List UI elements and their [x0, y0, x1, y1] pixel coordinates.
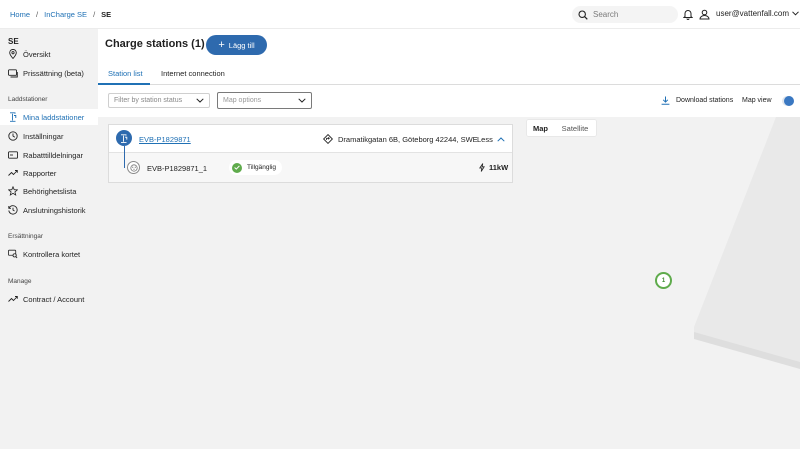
- sidebar-item-label: Översikt: [23, 49, 51, 59]
- user-email: user@vattenfall.com: [716, 9, 790, 18]
- map-options-placeholder: Map options: [223, 97, 262, 104]
- sidebar-item-label: Mina laddstationer: [23, 112, 85, 122]
- station-row[interactable]: EVB-P1829871 Dramatikgatan 6B, Göteborg …: [109, 125, 512, 153]
- sidebar-item-label: Kontrollera kortet: [23, 249, 81, 259]
- chevron-down-icon: [196, 98, 204, 103]
- power-value: 11kW: [489, 163, 509, 172]
- download-icon: [661, 96, 670, 105]
- user-icon[interactable]: [699, 9, 710, 20]
- breadcrumb-current: SE: [101, 10, 112, 19]
- sidebar: SE Översikt Prissättning (beta) Laddstat…: [0, 29, 98, 449]
- card-icon: [8, 150, 18, 160]
- connector-id: EVB-P1829871_1: [147, 164, 208, 173]
- map-options-select[interactable]: Map options: [217, 92, 312, 109]
- sidebar-item-label: Behörighetslista: [23, 186, 77, 196]
- tree-connector-line: [124, 146, 125, 168]
- sidebar-item-behorighetslista[interactable]: Behörighetslista: [0, 183, 98, 199]
- connector-row[interactable]: EVB-P1829871_1 Tillgänglig 11kW: [109, 153, 512, 182]
- breadcrumb-separator: /: [93, 10, 96, 19]
- sidebar-item-oversikt[interactable]: Översikt: [0, 46, 98, 62]
- card-search-icon: [8, 249, 18, 259]
- add-station-button[interactable]: + Lägg till: [206, 35, 267, 55]
- breadcrumb-separator: /: [36, 10, 39, 19]
- search-box[interactable]: [572, 6, 678, 23]
- sidebar-section-manage: Manage: [8, 278, 32, 285]
- status-text: Tillgänglig: [247, 164, 277, 171]
- station-card: EVB-P1829871 Dramatikgatan 6B, Göteborg …: [108, 124, 513, 183]
- toggle-knob: [784, 96, 794, 106]
- status-filter-select[interactable]: Filter by station status: [108, 93, 210, 108]
- trend-icon: [8, 168, 18, 178]
- search-input[interactable]: [593, 10, 673, 19]
- price-tag-icon: [8, 68, 18, 78]
- station-id-link[interactable]: EVB-P1829871: [139, 135, 191, 144]
- sidebar-item-label: Prissättning (beta): [23, 68, 84, 78]
- page-title: Charge stations (1): [105, 38, 205, 50]
- sidebar-item-rapporter[interactable]: Rapporter: [0, 165, 98, 181]
- trend-icon: [8, 294, 18, 304]
- sidebar-item-label: Anslutningshistorik: [23, 205, 86, 215]
- download-label: Download stations: [676, 97, 734, 104]
- map-type-map[interactable]: Map: [527, 120, 554, 136]
- tab-bar: Station list Internet connection: [98, 64, 800, 85]
- station-map-marker[interactable]: 1: [655, 272, 672, 289]
- sidebar-item-kontrollera-kortet[interactable]: Kontrollera kortet: [0, 246, 98, 262]
- marker-count: 1: [661, 277, 666, 284]
- add-button-label: Lägg till: [228, 40, 255, 50]
- map-type-switch: Map Satellite: [527, 120, 596, 136]
- map-view-toggle[interactable]: [782, 96, 794, 106]
- clock-icon: [8, 131, 18, 141]
- map-view-label: Map view: [742, 97, 772, 104]
- bell-icon[interactable]: [683, 9, 693, 20]
- charger-station-icon: [116, 130, 132, 146]
- less-label: Less: [477, 135, 493, 144]
- status-filter-placeholder: Filter by station status: [114, 97, 183, 104]
- collapse-toggle[interactable]: Less: [477, 135, 505, 144]
- chevron-down-icon: [792, 11, 799, 16]
- sidebar-item-label: Rabatttilldelningar: [23, 150, 84, 160]
- sidebar-item-installningar[interactable]: Inställningar: [0, 128, 98, 144]
- direction-diamond-icon: [323, 134, 333, 144]
- status-badge: Tillgänglig: [229, 160, 283, 175]
- breadcrumb: Home / InCharge SE / SE: [10, 10, 111, 19]
- user-menu[interactable]: user@vattenfall.com: [716, 9, 799, 18]
- sidebar-section-laddstationer: Laddstationer: [8, 96, 48, 103]
- sidebar-item-contract-account[interactable]: Contract / Account: [0, 291, 98, 307]
- charger-icon: [8, 112, 18, 122]
- sidebar-item-mina-laddstationer[interactable]: Mina laddstationer: [0, 109, 98, 125]
- connector-power: 11kW: [479, 163, 508, 172]
- sidebar-item-label: Inställningar: [23, 131, 64, 141]
- search-icon: [578, 9, 588, 20]
- chevron-up-icon: [497, 137, 505, 142]
- sidebar-item-label: Rapporter: [23, 168, 57, 178]
- check-icon: [232, 162, 242, 173]
- sidebar-item-prissattning[interactable]: Prissättning (beta): [0, 65, 98, 81]
- sidebar-section-ersattningar: Ersättningar: [8, 233, 44, 240]
- sidebar-item-rabatttilldelningar[interactable]: Rabatttilldelningar: [0, 147, 98, 163]
- sidebar-item-anslutningshistorik[interactable]: Anslutningshistorik: [0, 202, 98, 218]
- map-type-satellite[interactable]: Satellite: [554, 120, 596, 136]
- connector-plug-icon: [127, 161, 140, 174]
- breadcrumb-home[interactable]: Home: [10, 10, 30, 19]
- top-bar: Home / InCharge SE / SE user@vattenfall.…: [0, 0, 800, 29]
- station-address: Dramatikgatan 6B, Göteborg 42244, SWE: [323, 134, 478, 144]
- plus-icon: +: [218, 38, 225, 51]
- chevron-down-icon: [298, 98, 306, 103]
- sidebar-item-label: Contract / Account: [23, 294, 85, 304]
- station-address-text: Dramatikgatan 6B, Göteborg 42244, SWE: [338, 134, 478, 144]
- history-icon: [8, 205, 18, 215]
- download-stations-button[interactable]: Download stations: [661, 96, 733, 105]
- breadcrumb-incharge[interactable]: InCharge SE: [44, 10, 87, 19]
- lightning-icon: [479, 163, 485, 172]
- star-icon: [8, 186, 18, 196]
- location-pin-icon: [8, 49, 18, 59]
- sidebar-title: SE: [8, 37, 19, 46]
- tab-station-list[interactable]: Station list: [108, 69, 143, 78]
- tab-internet-connection[interactable]: Internet connection: [161, 69, 225, 78]
